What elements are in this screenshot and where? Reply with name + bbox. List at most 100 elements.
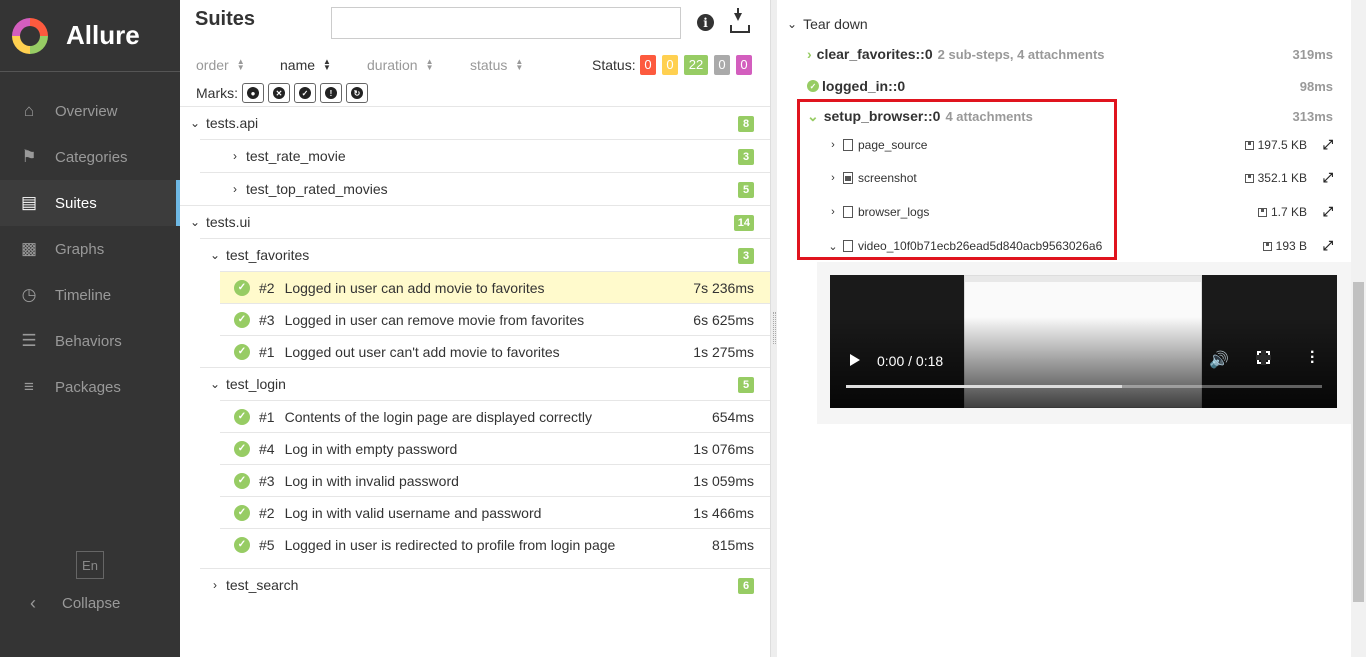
tree-group-tests-ui[interactable]: ⌄ tests.ui 14 (180, 205, 770, 238)
test-duration: 7s 236ms (693, 280, 754, 296)
tree-group-test-favorites[interactable]: ⌄ test_favorites 3 (200, 238, 770, 271)
video-player[interactable]: 0:00 / 0:18 🔊 · · · (830, 275, 1337, 408)
status-broken-toggle[interactable]: 0 (662, 55, 678, 75)
brand[interactable]: Allure (0, 0, 180, 72)
status-passed-toggle[interactable]: 22 (684, 55, 708, 75)
tree-group-tests-api[interactable]: ⌄ tests.api 8 (180, 106, 770, 139)
step-duration: 313ms (1292, 108, 1333, 124)
mark-new-broken-toggle[interactable]: ! (320, 83, 342, 103)
bomb-icon: ● (247, 87, 259, 99)
page-title: Suites (195, 8, 256, 30)
group-name: test_login (226, 376, 286, 392)
search-input[interactable] (331, 7, 681, 39)
scrollbar[interactable] (1351, 0, 1366, 657)
passed-check-icon: ✓ (807, 80, 819, 92)
test-row[interactable]: ✓ #4 Log in with empty password 1s 076ms (220, 432, 770, 464)
test-duration: 1s 466ms (693, 505, 754, 521)
group-count-badge: 3 (738, 248, 754, 264)
test-row[interactable]: ✓ #3 Log in with invalid password 1s 059… (220, 464, 770, 496)
test-duration: 1s 059ms (693, 473, 754, 489)
attachment-size: 1.7 KB (1257, 205, 1307, 219)
info-icon[interactable]: i (697, 14, 714, 31)
test-row[interactable]: ✓ #1 Contents of the login page are disp… (220, 400, 770, 432)
suites-tree: ⌄ tests.api 8 › test_rate_movie 3 › test… (180, 106, 770, 601)
step-meta: 2 sub-steps, 4 attachments (937, 46, 1105, 62)
tree-group-test-login[interactable]: ⌄ test_login 5 (200, 367, 770, 400)
sort-duration[interactable]: duration ▲ ▼ (367, 57, 434, 73)
save-icon (1244, 140, 1254, 150)
sidebar-item-timeline[interactable]: ◷ Timeline (0, 272, 180, 318)
sort-order[interactable]: order ▲ ▼ (196, 57, 245, 73)
save-icon (1262, 241, 1272, 251)
volume-icon[interactable]: 🔊 (1209, 350, 1229, 370)
sort-arrows-icon: ▲ ▼ (236, 57, 245, 72)
tree-group-test-rate-movie[interactable]: › test_rate_movie 3 (200, 139, 770, 172)
scrollbar-thumb[interactable] (1353, 282, 1364, 602)
sidebar-item-behaviors[interactable]: ☰ Behaviors (0, 318, 180, 364)
chevron-right-icon: › (233, 149, 237, 163)
more-options-icon[interactable]: · · · (1310, 345, 1315, 371)
expand-icon[interactable]: ⤢ (1323, 204, 1333, 220)
test-row[interactable]: ✓ #2 Logged in user can add movie to fav… (220, 271, 770, 303)
test-row[interactable]: ✓ #2 Log in with valid username and pass… (220, 496, 770, 528)
attachment-row[interactable]: › page_source 197.5 KB ⤢ (777, 134, 1351, 156)
test-name: Contents of the login page are displayed… (284, 408, 592, 425)
sidebar-item-overview[interactable]: ⌂ Overview (0, 88, 180, 134)
expand-icon[interactable]: ⤢ (1323, 170, 1333, 186)
attachment-row[interactable]: ⌄ video_10f0b71ecb26ead5d840acb9563026a6… (777, 235, 1351, 257)
sort-status[interactable]: status ▲ ▼ (470, 57, 523, 73)
status-skipped-toggle[interactable]: 0 (714, 55, 730, 75)
test-row[interactable]: ✓ #5 Logged in user is redirected to pro… (220, 528, 770, 560)
teardown-section-header[interactable]: ⌄ Tear down (777, 12, 1351, 36)
attachment-size-value: 1.7 KB (1270, 205, 1307, 219)
step-setup-browser[interactable]: ⌄ setup_browser::0 4 attachments 313ms (777, 104, 1351, 128)
group-name: test_search (226, 577, 299, 593)
tree-group-test-search[interactable]: › test_search 6 (200, 568, 770, 601)
sidebar-item-graphs[interactable]: ▩ Graphs (0, 226, 180, 272)
sidebar-item-categories[interactable]: ⚑ Categories (0, 134, 180, 180)
mark-new-failed-toggle[interactable]: ✕ (268, 83, 290, 103)
expand-icon[interactable]: ⤢ (1323, 238, 1333, 254)
collapse-button[interactable]: ‹ Collapse (0, 585, 180, 621)
attachment-row[interactable]: › screenshot 352.1 KB ⤢ (777, 167, 1351, 189)
video-attachment-panel: 0:00 / 0:18 🔊 · · · (817, 262, 1351, 424)
video-progress-bar[interactable] (846, 385, 1322, 388)
test-duration: 6s 625ms (693, 312, 754, 328)
step-logged-in[interactable]: ✓ logged_in::0 98ms (777, 74, 1351, 98)
mark-flaky-toggle[interactable]: ● (242, 83, 264, 103)
group-name: tests.ui (206, 214, 251, 230)
passed-check-icon: ✓ (234, 472, 250, 489)
group-count-badge: 6 (738, 578, 754, 594)
list-icon: ☰ (21, 331, 37, 350)
download-icon[interactable] (728, 8, 750, 33)
step-name: setup_browser::0 (823, 108, 941, 124)
status-unknown-toggle[interactable]: 0 (736, 55, 752, 75)
briefcase-icon: ▤ (20, 193, 38, 212)
tree-group-test-top-rated-movies[interactable]: › test_top_rated_movies 5 (200, 172, 770, 205)
test-order: #3 (259, 472, 275, 489)
attachment-size-value: 197.5 KB (1257, 138, 1307, 152)
status-filter-label: Status: (592, 57, 636, 73)
mark-new-passed-toggle[interactable]: ✓ (294, 83, 316, 103)
group-name: test_rate_movie (246, 148, 346, 164)
expand-icon[interactable]: ⤢ (1323, 137, 1333, 153)
pane-splitter[interactable] (770, 0, 777, 657)
step-duration: 98ms (1299, 78, 1333, 94)
play-icon[interactable] (850, 354, 860, 366)
test-order: #3 (259, 311, 275, 328)
attachment-row[interactable]: › browser_logs 1.7 KB ⤢ (777, 201, 1351, 223)
sidebar-item-packages[interactable]: ≡ Packages (0, 364, 180, 410)
video-time: 0:00 / 0:18 (877, 353, 944, 369)
sort-order-label: order (196, 57, 229, 73)
mark-retries-toggle[interactable]: ↻ (346, 83, 368, 103)
fullscreen-icon[interactable] (1256, 350, 1271, 365)
sort-name[interactable]: name ▲ ▼ (280, 57, 331, 73)
test-row[interactable]: ✓ #3 Logged in user can remove movie fro… (220, 303, 770, 335)
collapse-label: Collapse (62, 594, 121, 612)
status-failed-toggle[interactable]: 0 (640, 55, 656, 75)
step-clear-favorites[interactable]: › clear_favorites::0 2 sub-steps, 4 atta… (777, 42, 1351, 66)
test-row[interactable]: ✓ #1 Logged out user can't add movie to … (220, 335, 770, 367)
sidebar-item-suites[interactable]: ▤ Suites (0, 180, 180, 226)
chevron-down-icon: ⌄ (209, 377, 221, 391)
language-toggle[interactable]: En (76, 551, 104, 579)
